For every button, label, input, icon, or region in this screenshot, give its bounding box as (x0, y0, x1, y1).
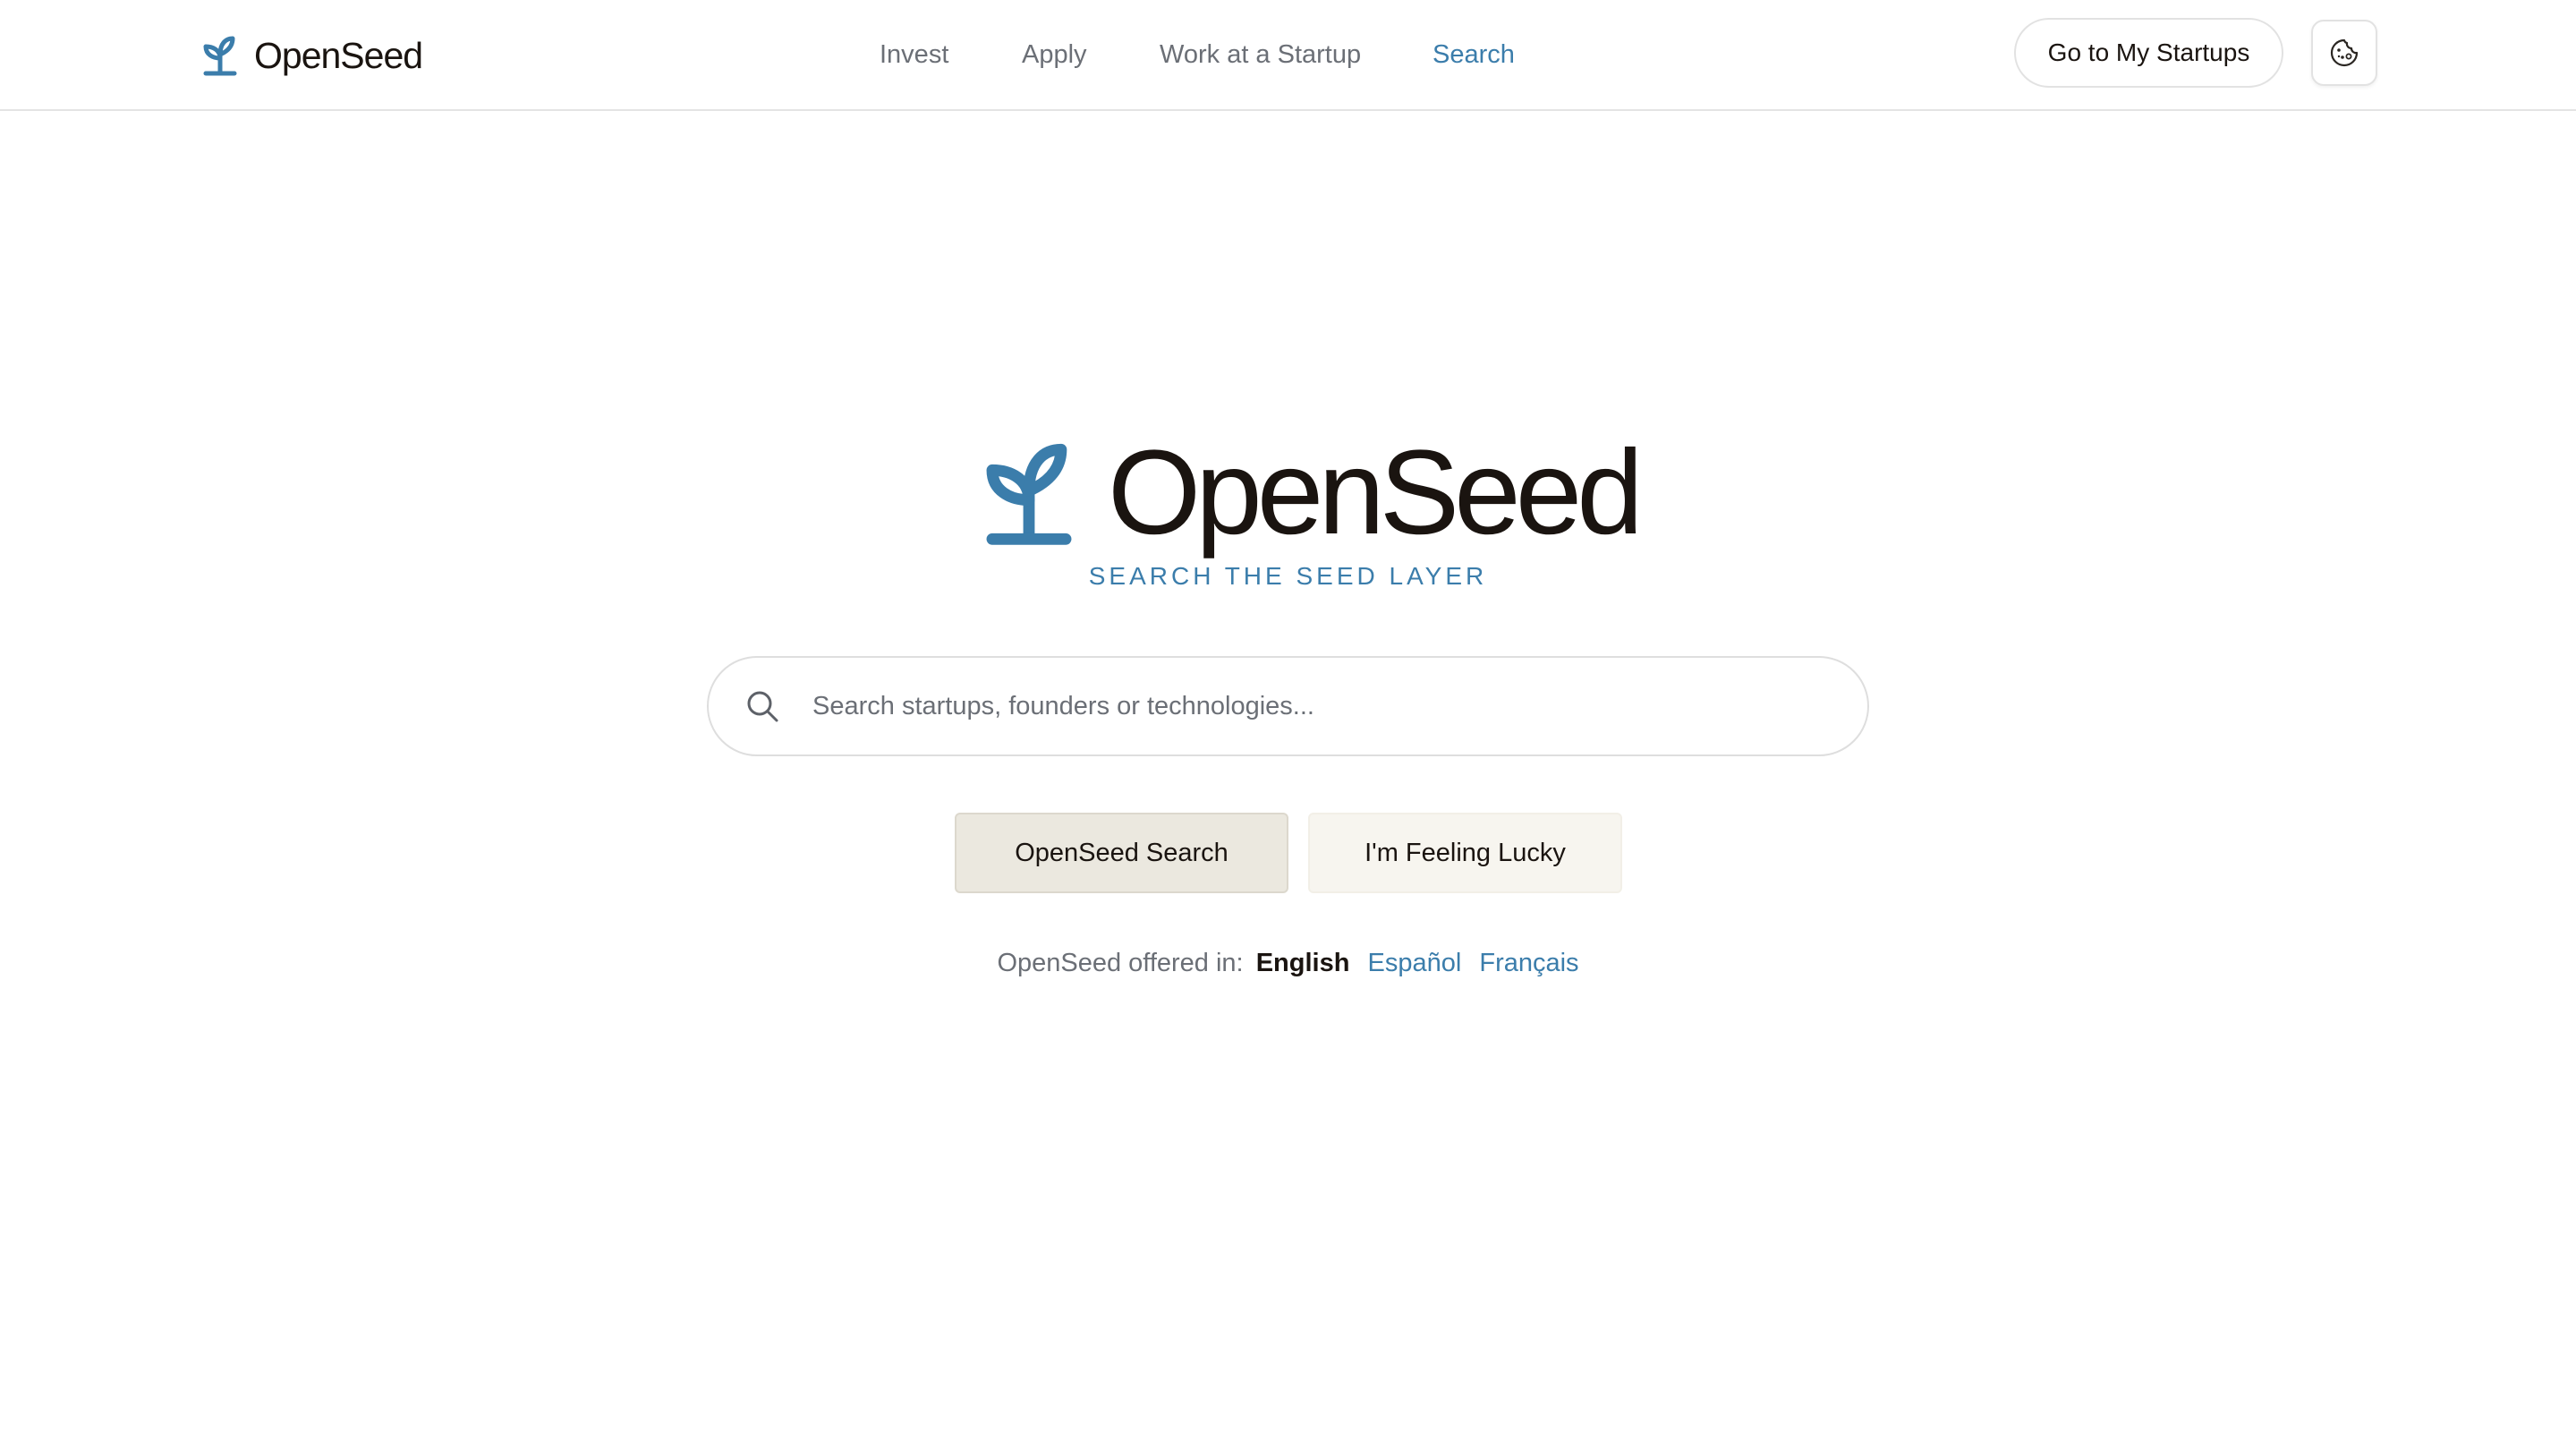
go-to-my-startups-button[interactable]: Go to My Startups (2014, 18, 2283, 88)
top-header: OpenSeed Invest Apply Work at a Startup … (0, 0, 2576, 111)
cookie-icon (2330, 38, 2359, 67)
language-link-espanol[interactable]: Español (1367, 949, 1461, 977)
sprout-icon (203, 36, 237, 76)
language-current: English (1255, 949, 1350, 977)
nav-invest[interactable]: Invest (880, 32, 948, 77)
language-selector: OpenSeed offered in: English Español Fra… (0, 949, 2576, 978)
search-bar[interactable] (707, 656, 1869, 756)
search-icon (747, 691, 778, 722)
brand-logo-link[interactable]: OpenSeed (202, 29, 423, 82)
languages-prefix: OpenSeed offered in: (997, 949, 1244, 977)
brand-name: OpenSeed (254, 34, 423, 76)
hero-tagline: SEARCH THE SEED LAYER (1088, 562, 1488, 590)
nav-apply[interactable]: Apply (1022, 32, 1087, 77)
cookie-settings-button[interactable] (2311, 20, 2377, 86)
nav-search[interactable]: Search (1433, 32, 1515, 77)
openseed-search-button[interactable]: OpenSeed Search (955, 813, 1288, 893)
search-input[interactable] (811, 679, 1832, 733)
feeling-lucky-button[interactable]: I'm Feeling Lucky (1308, 813, 1622, 893)
language-link-francais[interactable]: Français (1479, 949, 1578, 977)
hero-title: OpenSeed (1108, 426, 1644, 559)
hero-logo: OpenSeed (982, 426, 1644, 559)
nav-work-at-a-startup[interactable]: Work at a Startup (1160, 32, 1361, 77)
sprout-icon (986, 443, 1072, 545)
